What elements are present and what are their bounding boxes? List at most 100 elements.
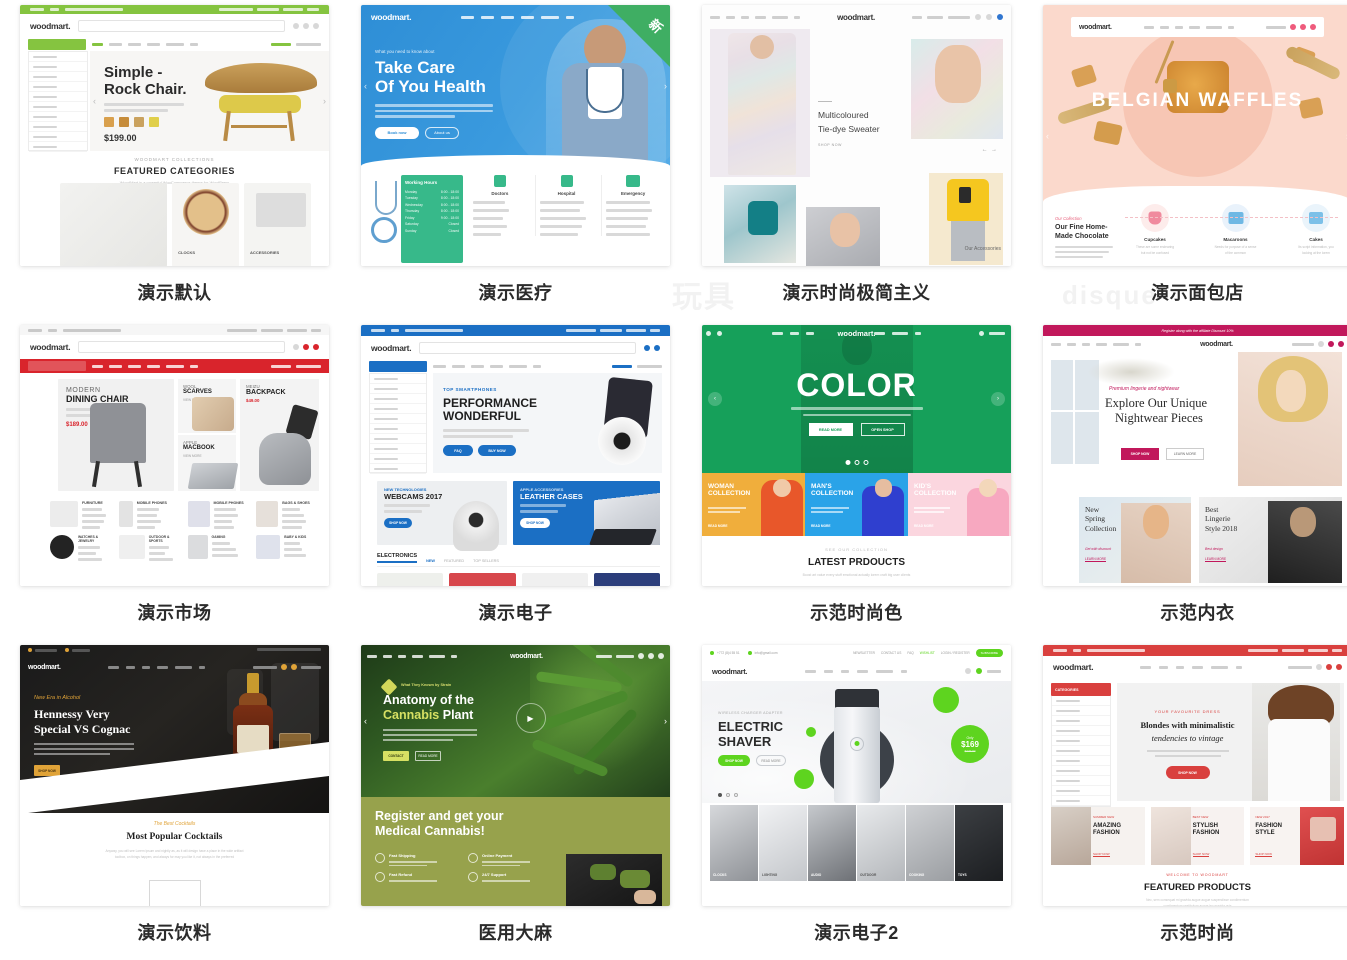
brand-logo: woodmart. bbox=[30, 21, 71, 31]
tile-title: WEBCAMS 2017 bbox=[384, 492, 443, 501]
categories-label: CATEGORIES bbox=[1051, 683, 1111, 696]
demo-label: 演示时尚极简主义 bbox=[782, 283, 931, 303]
demo-label: 医用大麻 bbox=[478, 923, 553, 943]
demo-card-demo-drinks[interactable]: woodmart. New Era in Alcohol Hennessy Ve… bbox=[14, 645, 335, 960]
topbar-link[interactable]: NEWSLETTER bbox=[853, 651, 875, 655]
tile-cta[interactable]: LEARN MORE bbox=[1205, 557, 1227, 562]
tile-cta[interactable]: SHOP NOW bbox=[384, 518, 412, 528]
brand-logo: woodmart. bbox=[1079, 23, 1112, 31]
demo-preview-thumbnail[interactable]: woodmart. CATEGORIES YOUR FAVOURITE DRES… bbox=[1043, 645, 1347, 906]
tile-cta[interactable]: SHOP NOW bbox=[1255, 852, 1272, 857]
collection-cta[interactable]: READ MORE bbox=[914, 524, 933, 528]
tab-new[interactable]: NEW bbox=[426, 559, 435, 563]
tile-price: $49.00 bbox=[246, 398, 260, 403]
demo-card-demo-default[interactable]: woodmart. Simple - Rock Chair. $199.00 ‹… bbox=[14, 5, 335, 325]
section-title: Our Fine Home- Made Chocolate bbox=[1055, 224, 1109, 240]
topbar-link[interactable]: LOGIN / REGISTER bbox=[941, 651, 970, 655]
demo-card-demo-medical[interactable]: woodmart. What you need to know about Ta… bbox=[355, 5, 676, 325]
collection-cta[interactable]: READ MORE bbox=[811, 524, 830, 528]
demo-preview-thumbnail[interactable]: woodmart. TOP SMARTPHONES PERFORMANCE WON… bbox=[361, 325, 670, 586]
tile-eyebrow: NEW 2017 bbox=[1255, 815, 1270, 819]
subscribe-button[interactable]: SUBSCRIBE bbox=[975, 649, 1003, 657]
hero-eyebrow: New Era in Alcohol bbox=[34, 695, 81, 701]
tab-top-sellers[interactable]: TOP SELLERS bbox=[473, 559, 499, 563]
hero-button-2[interactable]: READ MORE bbox=[756, 755, 786, 766]
hero-button-2[interactable]: BUY NOW bbox=[478, 445, 516, 456]
product-title: Multicoloured Tie-dye Sweater SHOP NOW bbox=[818, 101, 880, 148]
tile-eyebrow: APPLE ACCESSORIES bbox=[520, 487, 564, 492]
hero-button-1[interactable]: READ MORE bbox=[808, 423, 853, 436]
collection-cta[interactable]: READ MORE bbox=[708, 524, 727, 528]
topbar-link[interactable]: CONTACT US bbox=[881, 651, 901, 655]
tab-featured[interactable]: FEATURED bbox=[444, 559, 464, 563]
category-group-title: MOBILE PHONES bbox=[136, 501, 167, 505]
hero-title: Take Care Of You Health bbox=[375, 58, 486, 97]
demo-preview-thumbnail[interactable]: Register along with the affiliate Discou… bbox=[1043, 325, 1347, 586]
demo-preview-thumbnail[interactable]: woodmart. New Era in Alcohol Hennessy Ve… bbox=[20, 645, 329, 906]
site-preview-fashion-color: woodmart. COLOR READ MORE OPEN SHOP ‹ › bbox=[702, 325, 1011, 586]
feature-label: Online Payment bbox=[482, 853, 513, 858]
hero-button[interactable]: SHOP NOW bbox=[1165, 766, 1210, 779]
hero-title: Hennessy Very Special VS Cognac bbox=[34, 707, 131, 736]
tile-cta[interactable]: LEARN MORE bbox=[1085, 557, 1107, 562]
demo-label: 演示默认 bbox=[137, 283, 212, 303]
demo-card-demo-bakery[interactable]: woodmart. BELGIAN WAFFLES ‹› Our Collect… bbox=[1037, 5, 1347, 325]
site-preview-electronics: woodmart. TOP SMARTPHONES PERFORMANCE WON… bbox=[361, 325, 670, 586]
demo-card-demo-electronics[interactable]: woodmart. TOP SMARTPHONES PERFORMANCE WON… bbox=[355, 325, 676, 645]
hero-button-1[interactable]: SHOP NOW bbox=[718, 755, 750, 766]
demo-label: 演示饮料 bbox=[137, 923, 212, 943]
demo-preview-thumbnail[interactable]: woodmart. COLOR READ MORE OPEN SHOP ‹ › bbox=[702, 325, 1011, 586]
hero-eyebrow: WIRELESS CHARGER ADAPTER bbox=[718, 711, 783, 715]
hero-title: BELGIAN WAFFLES bbox=[1091, 90, 1304, 111]
tile-title: FASHION STYLE bbox=[1255, 823, 1283, 837]
topbar-email: info@gmail.com bbox=[754, 651, 778, 655]
hero-button-1[interactable]: CONTACT bbox=[383, 751, 409, 761]
hero-eyebrow: Premium lingerie and nightwear bbox=[1109, 386, 1180, 392]
demo-preview-thumbnail[interactable]: woodmart. What They Known by Strain Anat… bbox=[361, 645, 670, 906]
demo-card-demo-fashion-color[interactable]: woodmart. COLOR READ MORE OPEN SHOP ‹ › bbox=[696, 325, 1017, 645]
promo-title: Register and get your Medical Cannabis! bbox=[375, 809, 504, 838]
hero-button-2[interactable]: READ MORE bbox=[415, 751, 441, 761]
brand-logo: woodmart. bbox=[30, 342, 71, 352]
tile-cta[interactable]: SHOP NOW bbox=[1093, 852, 1110, 857]
section-title: FEATURED CATEGORIES bbox=[113, 166, 236, 176]
brand-logo: woodmart. bbox=[28, 663, 61, 671]
hero-button-1[interactable]: FAQ bbox=[443, 445, 473, 456]
tile-title: Best Lingerie Style 2018 bbox=[1205, 505, 1238, 533]
tile-cta[interactable]: SHOP NOW bbox=[520, 518, 550, 528]
hero-button-primary[interactable]: Book now bbox=[375, 126, 419, 139]
site-preview-lingerie: Register along with the affiliate Discou… bbox=[1043, 325, 1347, 586]
section-title: Most Popular Cocktails bbox=[126, 832, 223, 842]
category-group-title: FURNITURE bbox=[82, 501, 103, 505]
tile-title: New Spring Collection bbox=[1085, 505, 1117, 533]
topbar-link[interactable]: FAQ bbox=[907, 651, 913, 655]
hero-button-2[interactable]: LEARN MORE bbox=[1166, 448, 1204, 460]
topbar-link[interactable]: WISHLIST bbox=[920, 651, 935, 655]
demo-preview-thumbnail[interactable]: woodmart. Multicoloured Tie-dye Sweater S… bbox=[702, 5, 1011, 266]
tile-cta[interactable]: SHOP NOW bbox=[1192, 852, 1210, 857]
demo-card-demo-electronics-2[interactable]: +772 (8)4 55 51 info@gmail.com NEWSLETTE… bbox=[696, 645, 1017, 960]
demo-card-demo-cannabis[interactable]: woodmart. What They Known by Strain Anat… bbox=[355, 645, 676, 960]
feature-label: 24/7 Support bbox=[482, 872, 507, 878]
tab-electronics[interactable]: ELECTRONICS bbox=[377, 553, 418, 563]
hero-button[interactable]: SHOP NOW bbox=[34, 765, 60, 776]
hero-title-1: Blondes with minimalistic bbox=[1140, 720, 1235, 730]
banner-eyebrow: MODERN bbox=[66, 387, 101, 394]
demo-preview-thumbnail[interactable]: woodmart. Simple - Rock Chair. $199.00 ‹… bbox=[20, 5, 329, 266]
demo-preview-thumbnail[interactable]: +772 (8)4 55 51 info@gmail.com NEWSLETTE… bbox=[702, 645, 1011, 906]
hero-button-2[interactable]: OPEN SHOP bbox=[860, 423, 905, 436]
demo-card-demo-market[interactable]: woodmart. MODERN DINING CHAIR $189.00 WO… bbox=[14, 325, 335, 645]
demo-card-demo-lingerie[interactable]: Register along with the affiliate Discou… bbox=[1037, 325, 1347, 645]
hero-button-1[interactable]: SHOP NOW bbox=[1121, 448, 1159, 460]
feature-label: Fast Refund bbox=[389, 872, 413, 878]
shop-link[interactable]: SHOP NOW bbox=[818, 142, 880, 148]
demo-preview-thumbnail[interactable]: woodmart. BELGIAN WAFFLES ‹› Our Collect… bbox=[1043, 5, 1347, 266]
hero-button-secondary[interactable]: About us bbox=[425, 126, 459, 139]
demo-card-demo-fashion[interactable]: woodmart. CATEGORIES YOUR FAVOURITE DRES… bbox=[1037, 645, 1347, 960]
demo-preview-thumbnail[interactable]: woodmart. What you need to know about Ta… bbox=[361, 5, 670, 266]
section-eyebrow: The Best Cocktails bbox=[153, 821, 196, 827]
tile-cta[interactable]: VIEW MORE bbox=[178, 454, 236, 458]
demo-card-demo-fashion-minimalism[interactable]: woodmart. Multicoloured Tie-dye Sweater S… bbox=[696, 5, 1017, 325]
demo-preview-thumbnail[interactable]: woodmart. MODERN DINING CHAIR $189.00 WO… bbox=[20, 325, 329, 586]
hero-title: Anatomy of the Cannabis Plant bbox=[383, 693, 474, 722]
